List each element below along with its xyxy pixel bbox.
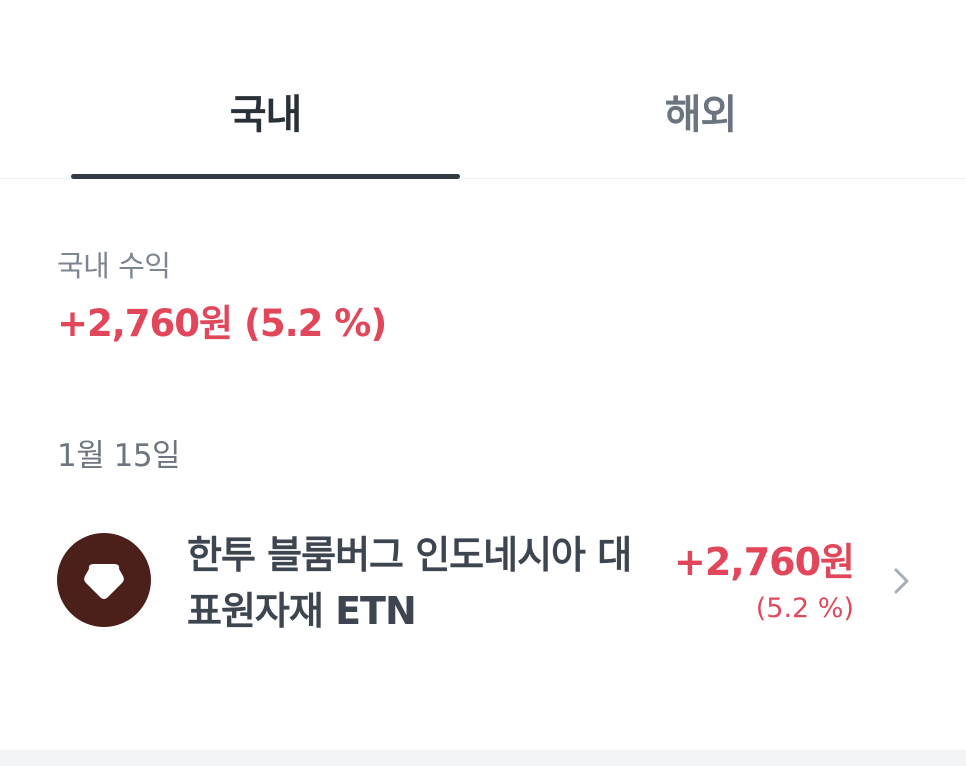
gem-logo-icon bbox=[57, 533, 151, 627]
tab-overseas[interactable]: 해외 bbox=[506, 82, 895, 148]
stock-name: 한투 블룸버그 인도네시아 대표원자재 ETN bbox=[187, 533, 632, 633]
stock-profit-amount: +2,760원 bbox=[674, 540, 855, 584]
tab-bar: 국내 해외 bbox=[0, 0, 966, 179]
stock-row[interactable]: 한투 블룸버그 인도네시아 대표원자재 ETN +2,760원 (5.2 %) bbox=[0, 515, 966, 655]
stock-profit-rate: (5.2 %) bbox=[755, 593, 854, 624]
tab-active-indicator bbox=[71, 174, 460, 179]
chevron-right-icon bbox=[894, 568, 909, 594]
tab-domestic[interactable]: 국내 bbox=[71, 82, 460, 148]
date-label: 1월 15일 bbox=[57, 438, 181, 474]
page: 국내 해외 국내 수익 +2,760원 (5.2 %) 1월 15일 한투 블룸… bbox=[0, 0, 966, 766]
summary-label: 국내 수익 bbox=[57, 249, 171, 283]
summary-value: +2,760원 (5.2 %) bbox=[57, 302, 387, 345]
bottom-divider-band bbox=[0, 750, 966, 766]
